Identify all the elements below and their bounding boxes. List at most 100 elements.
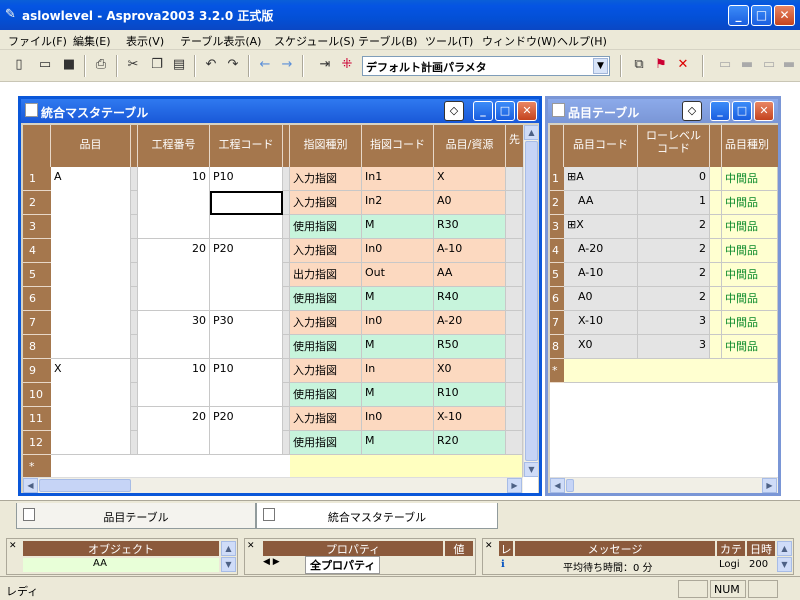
row-header[interactable]: 8 (23, 335, 51, 359)
cell-kind[interactable]: 使用指図 (290, 287, 362, 311)
row-header[interactable]: 1 (23, 167, 51, 191)
cell-next[interactable] (506, 215, 523, 239)
row-header[interactable]: 4 (23, 239, 51, 263)
maximize-button[interactable]: □ (732, 101, 752, 121)
cell-sp1[interactable] (131, 407, 138, 431)
cell-item-code[interactable]: AA (564, 191, 638, 215)
row-header[interactable]: 1 (550, 167, 564, 191)
col-header-next[interactable]: 先 (506, 125, 524, 167)
row-header[interactable]: 3 (23, 215, 51, 239)
close-icon[interactable]: ✕ (485, 541, 493, 551)
scroll-thumb[interactable] (39, 479, 131, 492)
cell-sp1[interactable] (131, 287, 138, 311)
cell-sp1[interactable] (131, 359, 138, 383)
cell-next[interactable] (506, 335, 523, 359)
cell-procno[interactable] (138, 383, 210, 407)
cell-item[interactable] (51, 215, 131, 239)
cell-item-code[interactable]: ⊞X (564, 215, 638, 239)
expand-icon[interactable]: ⊞ (567, 170, 576, 183)
print-icon[interactable]: ⎙ (92, 56, 110, 74)
row-header[interactable]: 2 (23, 191, 51, 215)
cell-proccode[interactable] (210, 287, 283, 311)
forward-arrow-icon[interactable]: → (278, 56, 296, 74)
cell-sp2[interactable] (283, 407, 290, 431)
maximize-button[interactable]: □ (751, 5, 772, 26)
cell-item-code[interactable]: A-20 (564, 239, 638, 263)
cell-next[interactable] (506, 311, 523, 335)
cut-icon[interactable]: ✂ (124, 56, 142, 74)
row-header[interactable]: 7 (550, 311, 564, 335)
back-arrow-icon[interactable]: ← (256, 56, 274, 74)
menu-table-view[interactable]: テーブル表示(A) (180, 33, 261, 49)
undo-icon[interactable]: ↶ (202, 56, 220, 74)
row-header[interactable]: 2 (550, 191, 564, 215)
cell-code[interactable]: M (362, 431, 434, 455)
cell-procno[interactable] (138, 287, 210, 311)
cell-next[interactable] (506, 359, 523, 383)
row-header[interactable]: 4 (550, 239, 564, 263)
maximize-button[interactable]: □ (495, 101, 515, 121)
horizontal-scrollbar[interactable]: ◀ ▶ (23, 477, 523, 493)
cell-item-code[interactable]: X-10 (564, 311, 638, 335)
diamond-icon[interactable]: ◇ (682, 101, 702, 121)
cell-code[interactable]: M (362, 383, 434, 407)
cell-code[interactable]: M (362, 335, 434, 359)
tree-icon[interactable]: ⁜ (338, 56, 356, 74)
cell-procno[interactable] (138, 215, 210, 239)
cell-res[interactable]: R50 (434, 335, 506, 359)
cell-item[interactable]: A (51, 167, 131, 191)
menu-file[interactable]: ファイル(F) (8, 33, 67, 49)
redo-icon[interactable]: ↷ (224, 56, 242, 74)
new-row-marker[interactable]: * (23, 455, 51, 479)
cell-next[interactable] (506, 287, 523, 311)
scroll-down-icon[interactable]: ▼ (524, 462, 538, 477)
cell-item-kind[interactable]: 中間品 (722, 215, 778, 239)
cell-item-code[interactable]: X0 (564, 335, 638, 359)
cell-next[interactable] (506, 191, 523, 215)
cell-sp1[interactable] (131, 311, 138, 335)
row-header[interactable]: 6 (23, 287, 51, 311)
cell-res[interactable]: A0 (434, 191, 506, 215)
cell-item-kind[interactable]: 中間品 (722, 191, 778, 215)
scroll-left-icon[interactable]: ◀ (23, 478, 38, 493)
cell-sp1[interactable] (131, 263, 138, 287)
cell-item[interactable]: X (51, 359, 131, 383)
cell-sp1[interactable] (131, 383, 138, 407)
menu-help[interactable]: ヘルプ(H) (557, 33, 607, 49)
cell-item-kind[interactable]: 中間品 (722, 335, 778, 359)
save-icon[interactable]: ■ (60, 56, 78, 74)
row-header[interactable]: 5 (550, 263, 564, 287)
cell-kind[interactable]: 入力指図 (290, 311, 362, 335)
cell-procno[interactable] (138, 191, 210, 215)
cell-kind[interactable]: 出力指図 (290, 263, 362, 287)
col-header-item-resource[interactable]: 品目/資源 (434, 125, 506, 167)
cell-code[interactable]: M (362, 287, 434, 311)
new-row[interactable] (564, 359, 778, 383)
close-icon[interactable]: ✕ (9, 541, 17, 551)
cell-item-kind[interactable]: 中間品 (722, 287, 778, 311)
col-header-order-kind[interactable]: 指図種別 (290, 125, 362, 167)
scroll-thumb[interactable] (566, 479, 574, 492)
col-header-item-kind[interactable]: 品目種別 (722, 125, 778, 167)
cell-kind[interactable]: 使用指図 (290, 335, 362, 359)
cell-proccode[interactable]: P30 (210, 311, 283, 335)
col-header-proc-code[interactable]: 工程コード (210, 125, 283, 167)
cell-kind[interactable]: 入力指図 (290, 239, 362, 263)
cell-kind[interactable]: 入力指図 (290, 167, 362, 191)
cell-item[interactable] (51, 287, 131, 311)
minimize-button[interactable]: _ (473, 101, 493, 121)
cell-proccode[interactable]: P20 (210, 407, 283, 431)
cell-code[interactable]: In1 (362, 167, 434, 191)
col-header-proc-no[interactable]: 工程番号 (138, 125, 210, 167)
paste-icon[interactable]: ▤ (170, 56, 188, 74)
cell-res[interactable]: R10 (434, 383, 506, 407)
col-header-item-code[interactable]: 品目コード (564, 125, 638, 167)
menu-window[interactable]: ウィンドウ(W) (482, 33, 556, 49)
cell-item[interactable] (51, 335, 131, 359)
cell-next[interactable] (506, 263, 523, 287)
cell-sp2[interactable] (283, 359, 290, 383)
tab-integrated-master[interactable]: 統合マスタテーブル (256, 503, 498, 529)
cell-kind[interactable]: 使用指図 (290, 215, 362, 239)
cell-sp2[interactable] (283, 263, 290, 287)
cell-item[interactable] (51, 407, 131, 431)
